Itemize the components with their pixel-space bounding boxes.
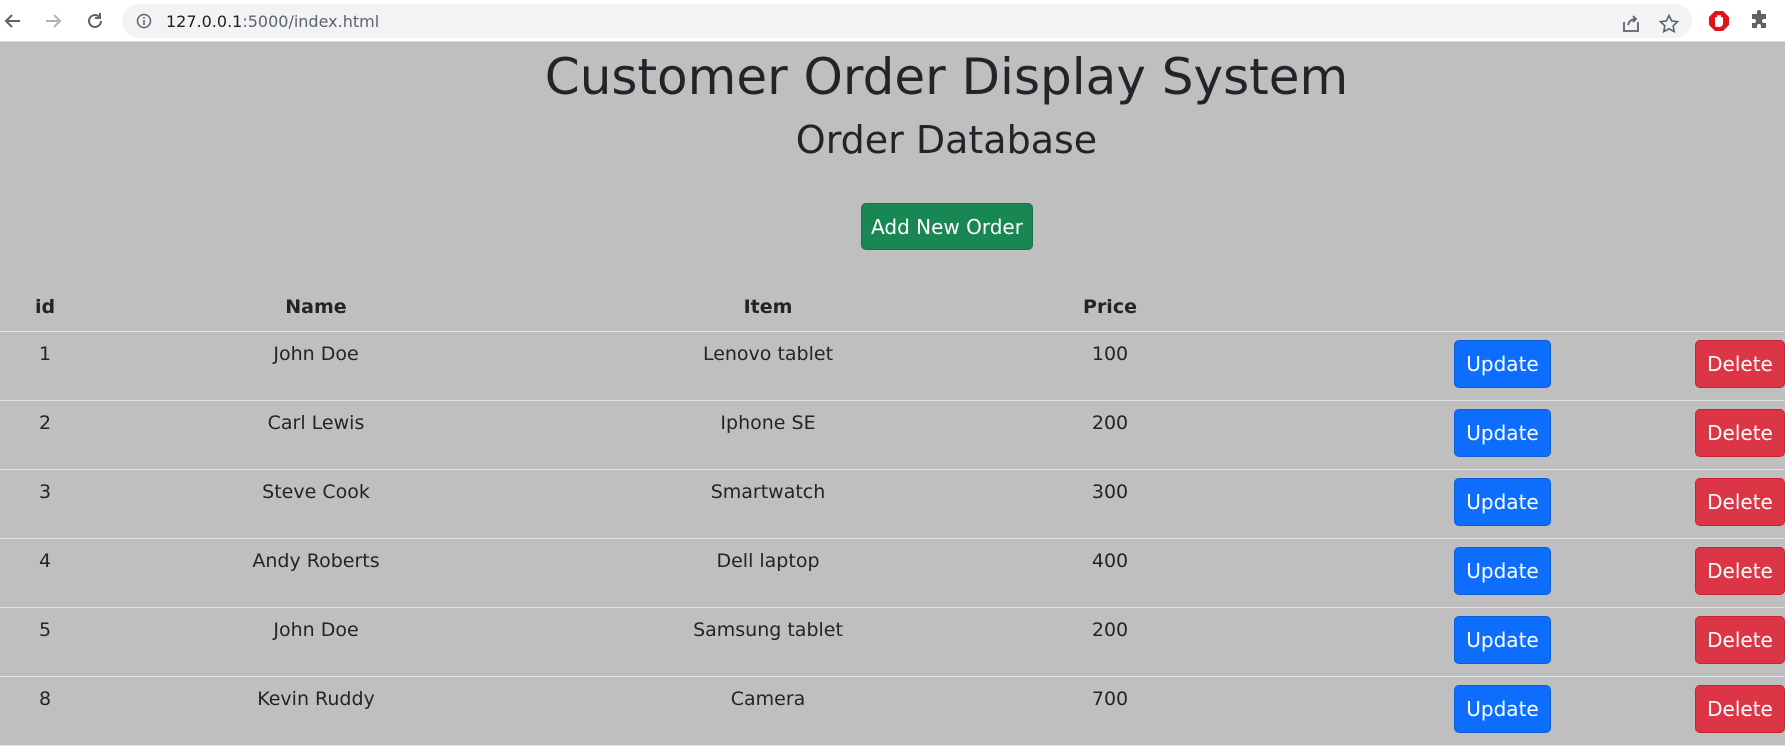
update-button[interactable]: Update bbox=[1454, 408, 1551, 457]
cell-name: John Doe bbox=[90, 331, 542, 401]
add-new-order-button[interactable]: Add New Order bbox=[861, 203, 1033, 250]
delete-button[interactable]: Delete bbox=[1695, 684, 1785, 733]
cell-item: Smartwatch bbox=[542, 469, 994, 539]
header-item: Item bbox=[542, 283, 994, 332]
delete-cell: Delete bbox=[1551, 469, 1785, 539]
update-button[interactable]: Update bbox=[1454, 615, 1551, 664]
arrow-right-icon bbox=[46, 14, 62, 28]
page-subtitle: Order Database bbox=[795, 118, 1098, 162]
reload-icon bbox=[88, 13, 102, 28]
orders-table: id Name Item Price 1 John Doe Lenovo tab… bbox=[0, 283, 1785, 746]
delete-cell: Delete bbox=[1551, 400, 1785, 470]
cell-item: Dell laptop bbox=[542, 538, 994, 608]
table-row: 8 Kevin Ruddy Camera 700 Update Delete bbox=[0, 676, 1785, 746]
reload-button[interactable] bbox=[82, 8, 108, 34]
cell-id: 4 bbox=[0, 538, 90, 608]
cell-price: 200 bbox=[994, 607, 1226, 677]
delete-cell: Delete bbox=[1551, 331, 1785, 401]
cell-id: 2 bbox=[0, 400, 90, 470]
delete-button[interactable]: Delete bbox=[1695, 546, 1785, 595]
cell-item: Iphone SE bbox=[542, 400, 994, 470]
update-cell: Update bbox=[1226, 538, 1551, 608]
cell-item: Camera bbox=[542, 676, 994, 746]
cell-price: 100 bbox=[994, 331, 1226, 401]
header-name: Name bbox=[90, 283, 542, 332]
cell-name: Carl Lewis bbox=[90, 400, 542, 470]
cell-id: 1 bbox=[0, 331, 90, 401]
update-cell: Update bbox=[1226, 331, 1551, 401]
extensions-puzzle-icon[interactable] bbox=[1748, 9, 1772, 33]
header-price: Price bbox=[994, 283, 1226, 332]
url-path: :5000/index.html bbox=[242, 12, 380, 31]
update-button[interactable]: Update bbox=[1454, 477, 1551, 526]
table-row: 1 John Doe Lenovo tablet 100 Update Dele… bbox=[0, 331, 1785, 401]
cell-id: 3 bbox=[0, 469, 90, 539]
back-button[interactable] bbox=[0, 8, 26, 34]
cell-price: 200 bbox=[994, 400, 1226, 470]
cell-name: Andy Roberts bbox=[90, 538, 542, 608]
delete-button[interactable]: Delete bbox=[1695, 408, 1785, 457]
info-icon[interactable] bbox=[136, 13, 152, 29]
delete-button[interactable]: Delete bbox=[1695, 477, 1785, 526]
forward-button[interactable] bbox=[40, 8, 66, 34]
cell-id: 5 bbox=[0, 607, 90, 677]
table-row: 5 John Doe Samsung tablet 200 Update Del… bbox=[0, 607, 1785, 677]
share-icon[interactable] bbox=[1620, 13, 1642, 35]
cell-name: Steve Cook bbox=[90, 469, 542, 539]
cell-id: 8 bbox=[0, 676, 90, 746]
update-button[interactable]: Update bbox=[1454, 339, 1551, 388]
cell-item: Lenovo tablet bbox=[542, 331, 994, 401]
update-cell: Update bbox=[1226, 469, 1551, 539]
page-title: Customer Order Display System bbox=[544, 48, 1349, 106]
table-header-row: id Name Item Price bbox=[0, 283, 1785, 332]
update-cell: Update bbox=[1226, 400, 1551, 470]
table-row: 3 Steve Cook Smartwatch 300 Update Delet… bbox=[0, 469, 1785, 539]
delete-cell: Delete bbox=[1551, 607, 1785, 677]
table-row: 4 Andy Roberts Dell laptop 400 Update De… bbox=[0, 538, 1785, 608]
header-delete bbox=[1551, 283, 1785, 332]
cell-price: 400 bbox=[994, 538, 1226, 608]
browser-toolbar: 127.0.0.1:5000/index.html bbox=[0, 0, 1785, 42]
update-cell: Update bbox=[1226, 607, 1551, 677]
cell-price: 700 bbox=[994, 676, 1226, 746]
bookmark-star-icon[interactable] bbox=[1658, 13, 1680, 35]
table-row: 2 Carl Lewis Iphone SE 200 Update Delete bbox=[0, 400, 1785, 470]
cell-item: Samsung tablet bbox=[542, 607, 994, 677]
header-update bbox=[1226, 283, 1551, 332]
cell-price: 300 bbox=[994, 469, 1226, 539]
update-button[interactable]: Update bbox=[1454, 546, 1551, 595]
page-content: Customer Order Display System Order Data… bbox=[0, 43, 1785, 746]
delete-button[interactable]: Delete bbox=[1695, 615, 1785, 664]
header-id: id bbox=[0, 283, 90, 332]
url-text: 127.0.0.1:5000/index.html bbox=[166, 12, 379, 31]
arrow-left-icon bbox=[4, 14, 20, 28]
delete-cell: Delete bbox=[1551, 538, 1785, 608]
url-host: 127.0.0.1 bbox=[166, 12, 243, 31]
update-cell: Update bbox=[1226, 676, 1551, 746]
cell-name: Kevin Ruddy bbox=[90, 676, 542, 746]
update-button[interactable]: Update bbox=[1454, 684, 1551, 733]
adblock-extension-icon[interactable] bbox=[1707, 9, 1731, 33]
cell-name: John Doe bbox=[90, 607, 542, 677]
delete-cell: Delete bbox=[1551, 676, 1785, 746]
delete-button[interactable]: Delete bbox=[1695, 339, 1785, 388]
address-bar[interactable]: 127.0.0.1:5000/index.html bbox=[122, 4, 1692, 38]
